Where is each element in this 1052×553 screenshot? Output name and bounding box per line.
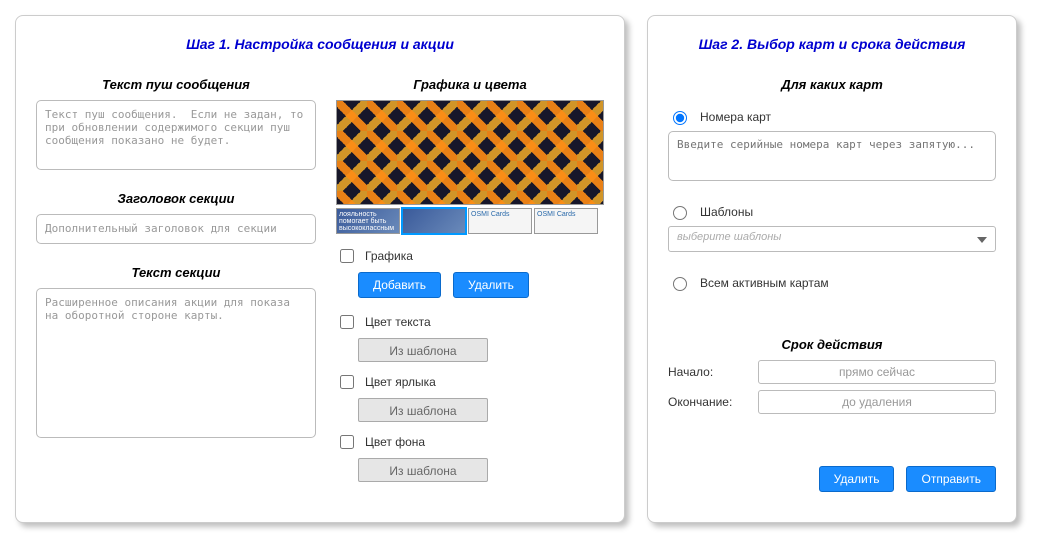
cards-all-radio[interactable]: [673, 277, 687, 291]
delete-button[interactable]: Удалить: [819, 466, 895, 492]
step1-title: Шаг 1. Настройка сообщения и акции: [36, 36, 604, 52]
cards-label: Для каких карт: [668, 77, 996, 92]
card-numbers-input[interactable]: [668, 131, 996, 181]
thumbnail[interactable]: лояльность помогает быть высококлассным: [336, 208, 400, 234]
bg-color-label: Цвет фона: [365, 435, 425, 449]
graphic-preview: [336, 100, 604, 205]
text-color-checkbox[interactable]: [340, 315, 354, 329]
end-label: Окончание:: [668, 395, 748, 409]
send-button[interactable]: Отправить: [906, 466, 996, 492]
step2-panel: Шаг 2. Выбор карт и срока действия Для к…: [647, 15, 1017, 523]
cards-numbers-radio[interactable]: [673, 111, 687, 125]
cards-templates-radio[interactable]: [673, 206, 687, 220]
step2-title: Шаг 2. Выбор карт и срока действия: [668, 36, 996, 52]
label-color-checkbox[interactable]: [340, 375, 354, 389]
label-color-label: Цвет ярлыка: [365, 375, 436, 389]
label-color-swatch[interactable]: Из шаблона: [358, 398, 488, 422]
push-text-input[interactable]: [36, 100, 316, 170]
thumbnail[interactable]: OSMI Cards: [468, 208, 532, 234]
templates-select-placeholder: выберите шаблоны: [677, 231, 781, 243]
cards-numbers-label: Номера карт: [700, 110, 771, 124]
push-label: Текст пуш сообщения: [36, 77, 316, 92]
step1-panel: Шаг 1. Настройка сообщения и акции Текст…: [15, 15, 625, 523]
thumbnail[interactable]: OSMI Cards: [534, 208, 598, 234]
duration-label: Срок действия: [668, 337, 996, 352]
text-color-label: Цвет текста: [365, 315, 431, 329]
header-label: Заголовок секции: [36, 191, 316, 206]
section-header-input[interactable]: [36, 214, 316, 244]
add-button[interactable]: Добавить: [358, 272, 441, 298]
thumbnail[interactable]: [402, 208, 466, 234]
graphic-checkbox-label: Графика: [365, 249, 413, 263]
cards-templates-label: Шаблоны: [700, 205, 753, 219]
start-input[interactable]: [758, 360, 996, 384]
bg-color-checkbox[interactable]: [340, 435, 354, 449]
graphics-label: Графика и цвета: [336, 77, 604, 92]
body-label: Текст секции: [36, 265, 316, 280]
section-body-input[interactable]: [36, 288, 316, 438]
bg-color-swatch[interactable]: Из шаблона: [358, 458, 488, 482]
delete-graphic-button[interactable]: Удалить: [453, 272, 529, 298]
thumbnail-strip: лояльность помогает быть высококлассным …: [336, 208, 604, 234]
graphic-checkbox[interactable]: [340, 249, 354, 263]
start-label: Начало:: [668, 365, 748, 379]
text-color-swatch[interactable]: Из шаблона: [358, 338, 488, 362]
templates-select[interactable]: выберите шаблоны: [668, 226, 996, 252]
cards-all-label: Всем активным картам: [700, 276, 829, 290]
end-input[interactable]: [758, 390, 996, 414]
